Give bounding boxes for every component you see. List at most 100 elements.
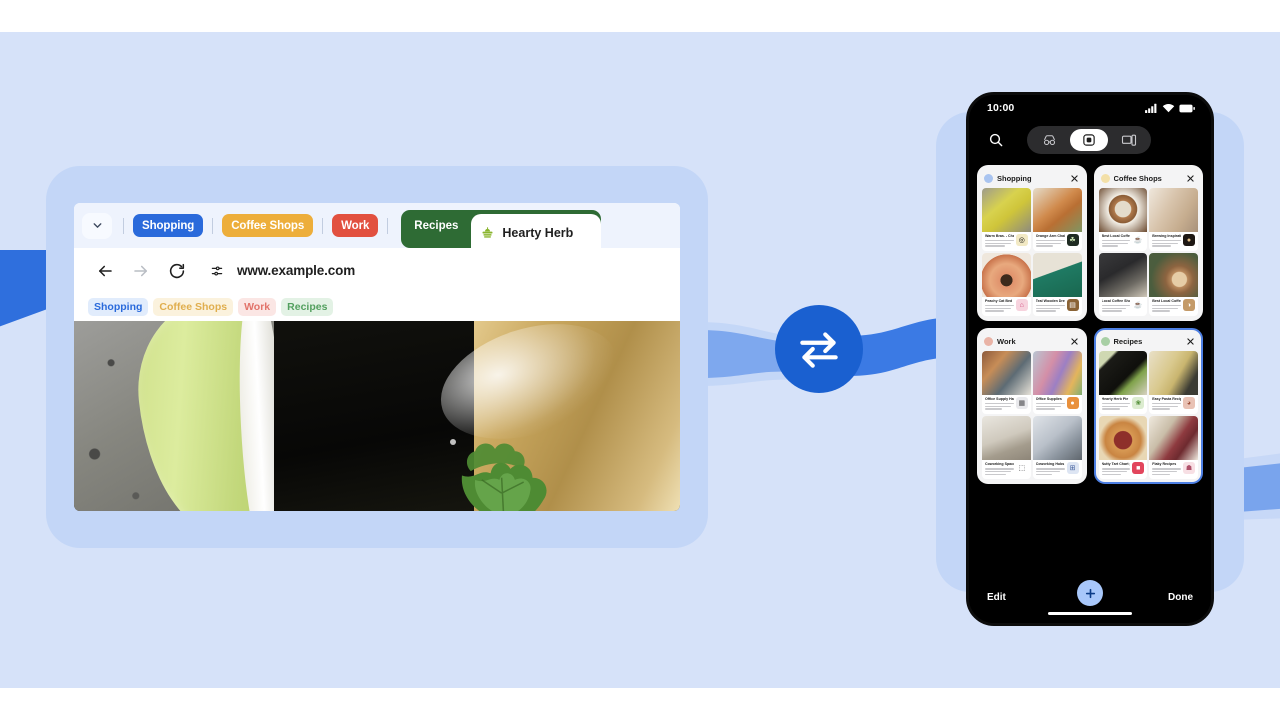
favicon: ◕	[1183, 397, 1195, 410]
tab-thumbnail[interactable]: Orange Arm Chair ☘	[1032, 188, 1082, 252]
tab-thumbnail[interactable]: Brewing Inspiration ●	[1149, 188, 1198, 252]
thumb-title: Office Supply Haul!	[985, 397, 1014, 402]
done-button[interactable]: Done	[1168, 592, 1193, 603]
status-bar-time: 10:00	[987, 102, 1015, 114]
tab-group-card-shopping[interactable]: Shopping Warm Bras. - Chair ◎	[977, 165, 1087, 322]
thumb-title: Warm Bras. - Chair	[985, 234, 1014, 238]
phone-status-bar: 10:00	[969, 95, 1211, 121]
browser-tabstrip: Shopping Coffee Shops Work Recipes Heart…	[74, 203, 680, 248]
thumb-title: Coworking Spaces Nearby	[985, 462, 1014, 467]
tab-thumbnail[interactable]: Coworking Hubs ⊞	[1032, 416, 1082, 480]
close-icon[interactable]	[1186, 174, 1195, 183]
card-thumbnails: Warm Bras. - Chair ◎ Orange Arm Chair ☘	[982, 188, 1082, 317]
active-tab-title: Hearty Herb	[502, 226, 574, 240]
sync-arrows-icon	[800, 332, 838, 368]
thumb-title: Hearty Herb Pie	[1101, 397, 1129, 402]
favicon: ☘	[1066, 234, 1079, 246]
tab-thumbnail[interactable]: Teal Wooden Dresser ▤	[1032, 253, 1082, 317]
thumb-title: Coworking Hubs	[1035, 462, 1065, 467]
search-icon[interactable]	[983, 127, 1009, 153]
group-name: Shopping	[997, 174, 1032, 183]
tab-thumbnail[interactable]: Hearty Herb Pie ❀	[1098, 351, 1148, 415]
favicon: ●	[1183, 234, 1195, 246]
thumb-title: Brewing Inspiration	[1152, 234, 1181, 238]
tab-separator	[322, 217, 324, 234]
tab-group-chip-coffee-shops[interactable]: Coffee Shops	[222, 214, 314, 237]
favicon: ⬚	[1015, 462, 1028, 475]
tab-group-chip-shopping[interactable]: Shopping	[133, 214, 204, 237]
tab-thumbnail[interactable]: Warm Bras. - Chair ◎	[982, 188, 1031, 252]
tab-thumbnail[interactable]: Flaky Recipes ☗	[1149, 416, 1198, 480]
address-bar[interactable]: www.example.com	[206, 256, 680, 286]
group-name: Coffee Shops	[1113, 174, 1162, 183]
favicon: ☕	[1132, 234, 1145, 246]
chevron-down-icon[interactable]	[82, 212, 112, 239]
bookmark-recipes[interactable]: Recipes	[281, 298, 334, 316]
tab-group-card-work[interactable]: Work Office Supply Haul! ▦	[977, 328, 1087, 485]
new-tab-group-button[interactable]	[1077, 580, 1103, 606]
phone-bottom-bar: Edit Done	[969, 571, 1211, 623]
thumb-title: Easy Pasta Recipes	[1152, 397, 1181, 402]
tab-mode-incognito[interactable]	[1030, 129, 1068, 151]
thumb-title: Teal Wooden Dresser	[1035, 299, 1065, 304]
tab-thumbnail[interactable]: Coworking Spaces Nearby ⬚	[982, 416, 1031, 480]
card-header: Work	[982, 333, 1082, 350]
tab-thumbnail[interactable]: Office Supplies ●	[1032, 351, 1082, 415]
tab-group-card-coffee-shops[interactable]: Coffee Shops Best Local Coffee Brews ☕	[1093, 165, 1203, 322]
plus-icon	[1085, 588, 1095, 598]
active-tab-group-wrapper: Recipes Hearty Herb	[401, 203, 602, 248]
favicon: ◎	[1015, 234, 1028, 246]
phone-device: 10:00 Shopping Warm Bras. - Ch ◎ Orange …	[966, 92, 1214, 626]
sync-badge[interactable]	[775, 305, 863, 393]
tablet-device: Shopping Coffee Shops Work Recipes Heart…	[46, 166, 708, 548]
home-indicator	[1048, 611, 1132, 615]
card-thumbnails: Hearty Herb Pie ❀ Easy Pasta Recipes ◕	[1098, 351, 1198, 480]
card-header: Recipes	[1099, 333, 1199, 350]
tab-group-chip-recipes[interactable]: Recipes Hearty Herb	[401, 210, 602, 248]
reload-icon[interactable]	[162, 256, 192, 286]
tab-mode-groups[interactable]	[1070, 129, 1108, 151]
close-icon[interactable]	[1070, 174, 1079, 183]
battery-full-icon	[1179, 104, 1195, 112]
favicon: ⊞	[1066, 462, 1079, 475]
tab-thumbnail[interactable]: Best Local Coffee Brews ☕	[1098, 188, 1148, 252]
tab-group-card-grid: Shopping Warm Bras. - Chair ◎	[969, 159, 1211, 485]
bookmark-coffee-shops[interactable]: Coffee Shops	[153, 298, 234, 316]
arrow-back-icon[interactable]	[90, 256, 120, 286]
page-content-photo	[74, 321, 680, 511]
favicon: ☗	[1183, 462, 1195, 475]
favicon: ■	[1132, 462, 1145, 475]
tab-thumbnail[interactable]: Local Coffee Shops ☕	[1098, 253, 1148, 317]
thumb-title: Peachy Cat Bed	[985, 299, 1013, 304]
group-color-dot	[984, 174, 993, 183]
tune-sliders-icon[interactable]	[206, 259, 228, 282]
bookmark-shopping[interactable]: Shopping	[88, 298, 149, 316]
card-header: Coffee Shops	[1099, 170, 1199, 187]
thumb-title: Office Supplies	[1035, 397, 1062, 402]
tab-group-chip-work[interactable]: Work	[332, 214, 379, 237]
tab-group-label-recipes: Recipes	[414, 219, 459, 232]
tab-thumbnail[interactable]: Office Supply Haul! ▦	[982, 351, 1031, 415]
favicon: ◑	[1183, 299, 1195, 312]
herb-plant-icon	[482, 226, 493, 238]
tab-separator	[123, 217, 124, 234]
tab-thumbnail[interactable]: Peachy Cat Bed ⌂	[982, 253, 1031, 317]
favicon: ⌂	[1015, 299, 1028, 312]
group-name: Recipes	[1113, 337, 1143, 347]
wifi-icon	[1162, 103, 1175, 113]
tab-thumbnail[interactable]: Easy Pasta Recipes ◕	[1149, 351, 1198, 415]
active-tab-hearty-herb[interactable]: Hearty Herb	[471, 214, 602, 248]
tab-thumbnail[interactable]: Best Local Coffee Drinks ◑	[1149, 253, 1198, 317]
group-color-dot	[1100, 174, 1110, 183]
thumb-title: Flaky Recipes	[1152, 462, 1177, 467]
card-thumbnails: Office Supply Haul! ▦ Office Supplies ●	[982, 351, 1082, 480]
tab-thumbnail[interactable]: Nutty Tart Chart p. ■	[1098, 416, 1148, 480]
edit-button[interactable]: Edit	[987, 592, 1006, 603]
card-thumbnails: Best Local Coffee Brews ☕ Brewing Inspir…	[1098, 188, 1198, 317]
tab-mode-devices[interactable]	[1110, 129, 1148, 151]
close-icon[interactable]	[1070, 337, 1079, 346]
bookmark-work[interactable]: Work	[238, 298, 277, 316]
arrow-forward-icon	[126, 256, 156, 286]
tab-group-card-recipes[interactable]: Recipes Hearty Herb Pie ❀ Easy Pasta Rec…	[1093, 328, 1203, 485]
close-icon[interactable]	[1186, 337, 1195, 346]
